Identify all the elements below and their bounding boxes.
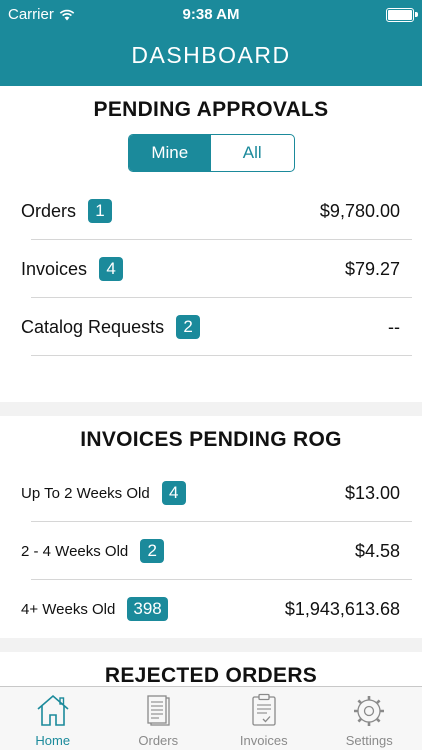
invoices-icon <box>252 693 276 726</box>
invoices-pending-rog-section: INVOICES PENDING ROG Up To 2 Weeks Old 4… <box>0 416 422 638</box>
approval-row-invoices[interactable]: Invoices 4 $79.27 <box>0 240 422 298</box>
approval-row-orders[interactable]: Orders 1 $9,780.00 <box>0 182 422 240</box>
row-amount: $79.27 <box>344 258 400 279</box>
tab-home[interactable]: Home <box>0 687 106 750</box>
row-label: Orders <box>21 200 77 221</box>
count-badge: 1 <box>88 199 113 223</box>
segment-mine[interactable]: Mine <box>128 135 211 171</box>
rejected-orders-section: REJECTED ORDERS <box>0 652 422 686</box>
rog-row-2-4-weeks[interactable]: 2 - 4 Weeks Old 2 $4.58 <box>0 522 422 580</box>
row-amount: -- <box>388 316 400 337</box>
segment-all[interactable]: All <box>211 135 294 171</box>
tab-invoices[interactable]: Invoices <box>211 687 317 750</box>
scope-segmented-control: Mine All <box>127 134 295 172</box>
tab-orders[interactable]: Orders <box>106 687 212 750</box>
row-label: 2 - 4 Weeks Old <box>21 542 129 560</box>
settings-icon <box>354 696 385 726</box>
rog-row-4-plus-weeks[interactable]: 4+ Weeks Old 398 $1,943,613.68 <box>0 580 422 638</box>
tab-label: Invoices <box>239 733 288 748</box>
tab-bar: Home Orders Invoices Settings <box>0 686 422 750</box>
count-badge: 398 <box>127 597 168 621</box>
tab-label: Settings <box>345 733 393 748</box>
count-badge: 2 <box>176 315 201 339</box>
count-badge: 2 <box>140 539 165 563</box>
tab-label: Orders <box>138 733 179 748</box>
battery-icon <box>386 8 418 22</box>
row-amount: $1,943,613.68 <box>284 598 400 619</box>
row-label: Catalog Requests <box>21 316 165 337</box>
app-header: Carrier 9:38 AM DASHBOARD <box>0 0 422 86</box>
row-amount: $9,780.00 <box>319 200 400 221</box>
pending-approvals-section: PENDING APPROVALS Mine All Orders 1 $9,7… <box>0 86 422 402</box>
row-amount: $4.58 <box>354 540 400 561</box>
rog-row-up-to-2-weeks[interactable]: Up To 2 Weeks Old 4 $13.00 <box>0 464 422 522</box>
count-badge: 4 <box>99 257 124 281</box>
tab-settings[interactable]: Settings <box>317 687 422 750</box>
page-title: DASHBOARD <box>131 42 291 68</box>
row-amount: $13.00 <box>344 482 400 503</box>
tab-label: Home <box>35 733 71 748</box>
invoices-pending-rog-title: INVOICES PENDING ROG <box>80 428 342 451</box>
rejected-orders-title: REJECTED ORDERS <box>104 664 318 686</box>
home-icon <box>37 694 69 726</box>
pending-approvals-title: PENDING APPROVALS <box>93 98 329 121</box>
row-label: Invoices <box>21 258 88 279</box>
row-label: Up To 2 Weeks Old <box>21 484 150 502</box>
orders-icon <box>147 695 170 726</box>
count-badge: 4 <box>161 481 186 505</box>
status-time: 9:38 AM <box>182 6 240 23</box>
approval-row-catalog-requests[interactable]: Catalog Requests 2 -- <box>0 298 422 356</box>
row-label: 4+ Weeks Old <box>21 600 116 618</box>
status-bar: Carrier 9:38 AM <box>0 0 422 30</box>
